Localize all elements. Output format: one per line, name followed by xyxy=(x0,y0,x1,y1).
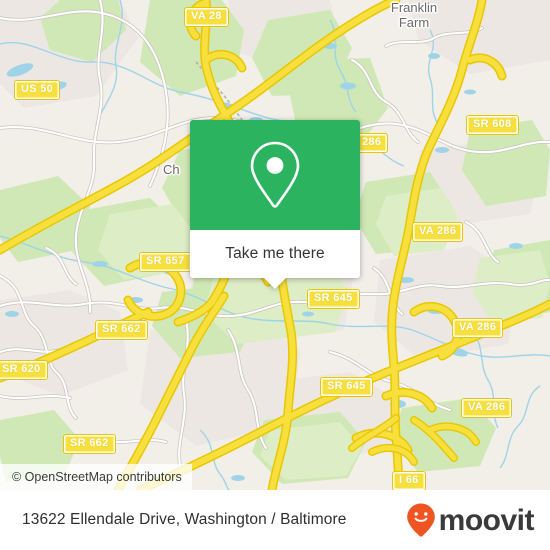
place-label-franklin-farm: Franklin Farm xyxy=(390,0,438,30)
map-pin-icon xyxy=(250,141,300,208)
shield-sr-645-lower: SR 645 xyxy=(320,377,373,397)
shield-sr-662-lower: SR 662 xyxy=(63,434,116,454)
moovit-wordmark: moovit xyxy=(438,504,535,537)
map-canvas[interactable]: Franklin Farm Ch VA 28 US 50 SR 608 286 … xyxy=(0,0,550,490)
shield-va-28: VA 28 xyxy=(184,7,229,27)
shield-va-286-lower: VA 286 xyxy=(461,398,513,418)
location-popup[interactable]: Take me there xyxy=(190,120,360,289)
shield-sr-662-upper: SR 662 xyxy=(95,320,148,340)
shield-i-66: I 66 xyxy=(392,471,426,490)
shield-sr-645-upper: SR 645 xyxy=(307,289,360,309)
shield-va-286-mid: VA 286 xyxy=(452,318,504,338)
moovit-pin-icon xyxy=(406,503,435,537)
popup-action-panel[interactable]: Take me there xyxy=(190,230,360,278)
osm-attribution[interactable]: © OpenStreetMap contributors xyxy=(0,464,192,490)
popup-image-panel xyxy=(190,120,360,230)
shield-va-286-upper: VA 286 xyxy=(412,222,464,242)
shield-sr-608: SR 608 xyxy=(466,115,519,135)
osm-attribution-text: © OpenStreetMap contributors xyxy=(12,470,182,484)
moovit-logo[interactable]: moovit xyxy=(406,502,535,538)
address-label: 13622 Ellendale Drive, Washington / Balt… xyxy=(22,511,347,528)
shield-us-50: US 50 xyxy=(14,80,61,100)
map-screenshot: Franklin Farm Ch VA 28 US 50 SR 608 286 … xyxy=(0,0,550,550)
footer-bar: 13622 Ellendale Drive, Washington / Balt… xyxy=(0,490,550,550)
place-label-chantilly: Ch xyxy=(163,162,180,177)
shield-sr-657: SR 657 xyxy=(139,252,192,272)
take-me-there-button[interactable]: Take me there xyxy=(225,245,325,263)
popup-tail xyxy=(264,278,286,289)
shield-sr-620: SR 620 xyxy=(0,360,48,380)
